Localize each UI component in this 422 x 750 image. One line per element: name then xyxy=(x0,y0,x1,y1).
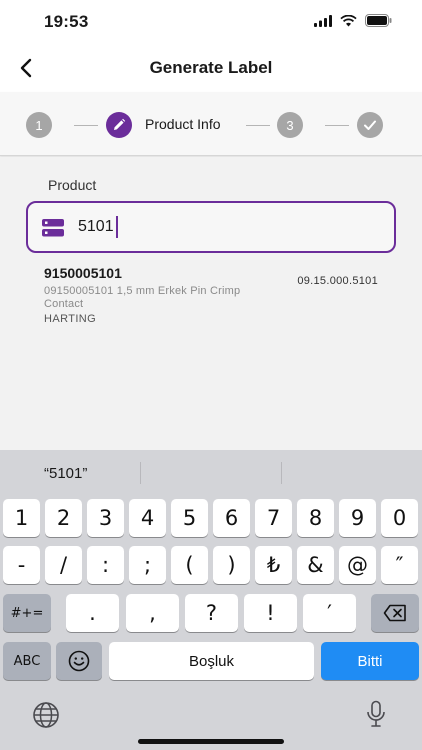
key[interactable]: . xyxy=(66,594,119,632)
key[interactable]: 0 xyxy=(381,499,418,537)
suggestion-bar: “5101” xyxy=(0,450,422,496)
result-reference: 09.15.000.5101 xyxy=(297,275,378,287)
key[interactable]: , xyxy=(126,594,179,632)
key[interactable]: 6 xyxy=(213,499,250,537)
key[interactable]: @ xyxy=(339,546,376,584)
suggestion-divider xyxy=(281,462,282,484)
globe-icon[interactable] xyxy=(32,701,60,729)
server-icon xyxy=(42,219,64,237)
step-1: 1 xyxy=(26,112,52,138)
step-connector xyxy=(325,125,349,126)
symbols-key[interactable]: #+= xyxy=(3,594,51,632)
key[interactable]: / xyxy=(45,546,82,584)
keyboard: “5101” 1 2 3 4 5 6 7 8 9 0 - / : ; ( ) ₺… xyxy=(0,450,422,750)
home-indicator xyxy=(138,739,284,744)
result-brand: HARTING xyxy=(44,313,97,325)
step-complete xyxy=(357,112,383,138)
suggestion-item[interactable]: “5101” xyxy=(44,465,87,482)
result-code: 9150005101 xyxy=(44,265,122,281)
abc-key[interactable]: ABC xyxy=(3,642,51,680)
stepper: 1 Product Info 3 xyxy=(0,92,422,156)
microphone-icon[interactable] xyxy=(366,700,386,728)
result-description: 09150005101 1,5 mm Erkek Pin Crimp Conta… xyxy=(44,285,241,310)
key[interactable]: 5 xyxy=(171,499,208,537)
key[interactable]: ) xyxy=(213,546,250,584)
emoji-icon xyxy=(68,650,90,672)
key[interactable]: ( xyxy=(171,546,208,584)
key[interactable]: ″ xyxy=(381,546,418,584)
done-key[interactable]: Bitti xyxy=(321,642,419,680)
key[interactable]: 2 xyxy=(45,499,82,537)
product-search-box[interactable] xyxy=(26,201,396,253)
status-bar: 19:53 xyxy=(0,0,422,44)
status-time: 19:53 xyxy=(44,12,89,31)
text-caret xyxy=(116,216,118,238)
key[interactable]: 1 xyxy=(3,499,40,537)
product-field-label: Product xyxy=(48,177,97,193)
key[interactable]: ′ xyxy=(303,594,356,632)
key[interactable]: 9 xyxy=(339,499,376,537)
wifi-icon xyxy=(340,14,357,26)
battery-icon xyxy=(365,14,392,27)
key[interactable]: ! xyxy=(244,594,297,632)
step-3: 3 xyxy=(277,112,303,138)
pencil-icon xyxy=(114,118,126,130)
suggestion-divider xyxy=(140,462,141,484)
signal-icon xyxy=(314,14,332,27)
form-content: Product 9150005101 09150005101 1,5 mm Er… xyxy=(0,157,422,450)
step-connector xyxy=(246,125,270,126)
app-header: Generate Label xyxy=(0,44,422,92)
key[interactable]: - xyxy=(3,546,40,584)
key[interactable]: 4 xyxy=(129,499,166,537)
key[interactable]: : xyxy=(87,546,124,584)
key[interactable]: & xyxy=(297,546,334,584)
step-2-active xyxy=(106,112,132,138)
space-key[interactable]: Boşluk xyxy=(109,642,314,680)
key[interactable]: ₺ xyxy=(255,546,292,584)
page-title: Generate Label xyxy=(149,58,273,77)
key[interactable]: ; xyxy=(129,546,166,584)
key[interactable]: 8 xyxy=(297,499,334,537)
step-connector xyxy=(74,125,98,126)
key[interactable]: ? xyxy=(185,594,238,632)
backspace-icon xyxy=(383,604,406,622)
check-icon xyxy=(364,120,376,130)
emoji-key[interactable] xyxy=(56,642,102,680)
key[interactable]: 7 xyxy=(255,499,292,537)
status-icons xyxy=(314,14,392,27)
backspace-key[interactable] xyxy=(371,594,419,632)
key[interactable]: 3 xyxy=(87,499,124,537)
product-search-input[interactable] xyxy=(78,213,378,241)
result-list-item[interactable]: 9150005101 09150005101 1,5 mm Erkek Pin … xyxy=(44,263,394,333)
step-2-label: Product Info xyxy=(145,116,221,132)
